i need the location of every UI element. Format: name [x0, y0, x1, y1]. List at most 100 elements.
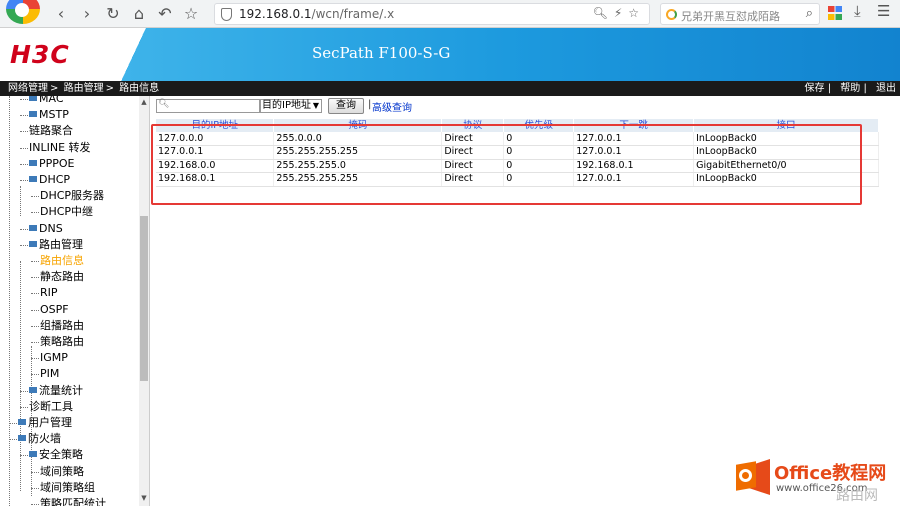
sidebar-item-label: INLINE 转发	[29, 140, 91, 154]
query-button[interactable]: 查询	[328, 98, 364, 114]
tree-guide	[9, 96, 10, 506]
sidebar-item-label: 域间策略	[40, 464, 84, 478]
refresh-icon[interactable]: ↻	[102, 4, 124, 24]
address-bar[interactable]: 192.168.0.1/wcn/frame/.x 🔍︎⚡︎☆	[214, 3, 650, 25]
browser-toolbar: ‹ › ↻ ⌂ ↶ ☆ 192.168.0.1/wcn/frame/.x 🔍︎⚡…	[0, 0, 900, 28]
folder-icon	[29, 224, 37, 231]
breadcrumb-item[interactable]: 网络管理	[8, 83, 48, 94]
sidebar-item[interactable]: 链路聚合	[29, 123, 73, 139]
query-field-select[interactable]: 目的IP地址 ▼	[260, 99, 322, 113]
query-separator: |	[368, 99, 372, 110]
sidebar-item[interactable]: 静态路由	[40, 269, 84, 285]
sidebar-item-label: 安全策略	[39, 448, 83, 462]
sidebar-item-label: 用户管理	[28, 416, 72, 429]
tree-connector	[31, 374, 39, 376]
sidebar-item[interactable]: 组播路由	[40, 318, 84, 334]
back-icon[interactable]: ‹	[50, 4, 72, 24]
tree-connector	[31, 277, 39, 279]
menu-icon[interactable]: ☰	[877, 2, 890, 20]
tree-connector	[20, 99, 28, 100]
tree-connector	[20, 390, 28, 392]
tree-connector	[31, 212, 39, 214]
tree-connector	[20, 244, 28, 246]
download-icon[interactable]: ⤓	[854, 2, 861, 20]
sidebar-item[interactable]: MAC	[29, 96, 64, 107]
sidebar-item[interactable]: 安全策略	[29, 447, 83, 463]
tree-connector	[31, 309, 39, 311]
sidebar-item-label: DNS	[39, 221, 63, 235]
sidebar-item-label: 组播路由	[40, 318, 84, 332]
sidebar-item[interactable]: RIP	[40, 285, 58, 301]
folder-icon	[29, 451, 37, 458]
sidebar-item[interactable]: 诊断工具	[29, 399, 73, 415]
sidebar-item[interactable]: 防火墙	[18, 431, 61, 447]
sidebar-item[interactable]: INLINE 转发	[29, 140, 91, 156]
home-icon[interactable]: ⌂	[128, 4, 150, 24]
search-engine-icon	[666, 9, 677, 20]
sidebar-item[interactable]: DHCP中继	[40, 204, 93, 220]
office-logo-icon	[736, 457, 770, 497]
sidebar-item[interactable]: MSTP	[29, 107, 69, 123]
sidebar-item[interactable]: DHCP	[29, 172, 70, 188]
app-header: H3C SecPath F100-S-G	[0, 28, 900, 81]
sidebar-item[interactable]: 流量统计	[29, 383, 83, 399]
sidebar-item[interactable]: IGMP	[40, 350, 68, 366]
watermark-secondary: 路由网	[836, 488, 878, 504]
sidebar-item[interactable]: DNS	[29, 221, 63, 237]
sidebar-item[interactable]: 域间策略	[40, 464, 84, 480]
tree-connector	[31, 358, 39, 360]
tree-connector	[20, 131, 28, 133]
breadcrumb-item: 路由信息	[119, 83, 160, 94]
breadcrumb: 网络管理 > 路由管理 > 路由信息	[8, 83, 160, 94]
sidebar-item[interactable]: 用户管理	[18, 415, 72, 431]
tree-connector	[31, 261, 39, 262]
star-icon[interactable]: ☆	[180, 4, 202, 24]
sidebar-item[interactable]: 路由信息	[40, 253, 84, 269]
sidebar-item-label: 静态路由	[40, 270, 84, 284]
sidebar-item-label: IGMP	[40, 351, 68, 365]
tree-connector	[9, 439, 17, 441]
sidebar-scrollbar[interactable]: ▲ ▼	[139, 96, 149, 506]
tree-connector	[31, 293, 39, 295]
sidebar-item[interactable]: OSPF	[40, 302, 69, 318]
sidebar-item-label: 策略匹配统计	[40, 497, 106, 506]
search-icon[interactable]: ⌕	[806, 6, 813, 21]
sidebar-item[interactable]: PIM	[40, 366, 59, 382]
apps-icon[interactable]	[828, 6, 842, 20]
breadcrumb-bar: 网络管理 > 路由管理 > 路由信息 保存 | 帮助 | 退出	[0, 81, 900, 96]
tree-connector	[20, 163, 28, 165]
folder-icon	[29, 159, 37, 166]
sidebar-item-label: MSTP	[39, 108, 69, 122]
tree-guide	[20, 186, 21, 216]
search-icon: 🔍︎	[158, 99, 170, 109]
scroll-up-icon[interactable]: ▲	[139, 98, 149, 108]
sidebar-item-label: PIM	[40, 367, 60, 381]
scroll-down-icon[interactable]: ▼	[139, 494, 149, 504]
help-link[interactable]: 帮助	[840, 83, 860, 94]
sidebar-item[interactable]: DHCP服务器	[40, 188, 104, 204]
sidebar-item[interactable]: 策略路由	[40, 334, 84, 350]
tree-connector	[9, 423, 17, 424]
breadcrumb-item[interactable]: 路由管理	[64, 83, 104, 94]
search-input[interactable]: 兄弟开黑互怼成陌路 ⌕	[660, 3, 820, 25]
logout-link[interactable]: 退出	[876, 83, 896, 94]
browser-logo-icon[interactable]	[6, 0, 40, 24]
sidebar-item[interactable]: PPPOE	[29, 156, 75, 172]
header-banner: SecPath F100-S-G	[112, 28, 900, 81]
forward-icon[interactable]: ›	[76, 4, 98, 24]
url-action-icons[interactable]: 🔍︎⚡︎☆	[593, 6, 645, 20]
folder-icon	[29, 96, 37, 101]
advanced-query-link[interactable]: 高级查询	[372, 99, 412, 114]
tree-connector	[31, 325, 39, 327]
save-link[interactable]: 保存	[805, 83, 825, 94]
query-input[interactable]: 🔍︎	[156, 99, 260, 113]
folder-icon	[29, 111, 37, 118]
tree-connector	[20, 180, 28, 181]
undo-icon[interactable]: ↶	[154, 4, 176, 24]
sidebar-item[interactable]: 域间策略组	[40, 480, 95, 496]
sidebar-item[interactable]: 策略匹配统计	[40, 496, 106, 506]
sidebar-item-label: PPPOE	[39, 156, 75, 170]
scroll-thumb[interactable]	[140, 216, 148, 381]
product-name: SecPath F100-S-G	[312, 44, 451, 62]
sidebar-item[interactable]: 路由管理	[29, 237, 83, 253]
